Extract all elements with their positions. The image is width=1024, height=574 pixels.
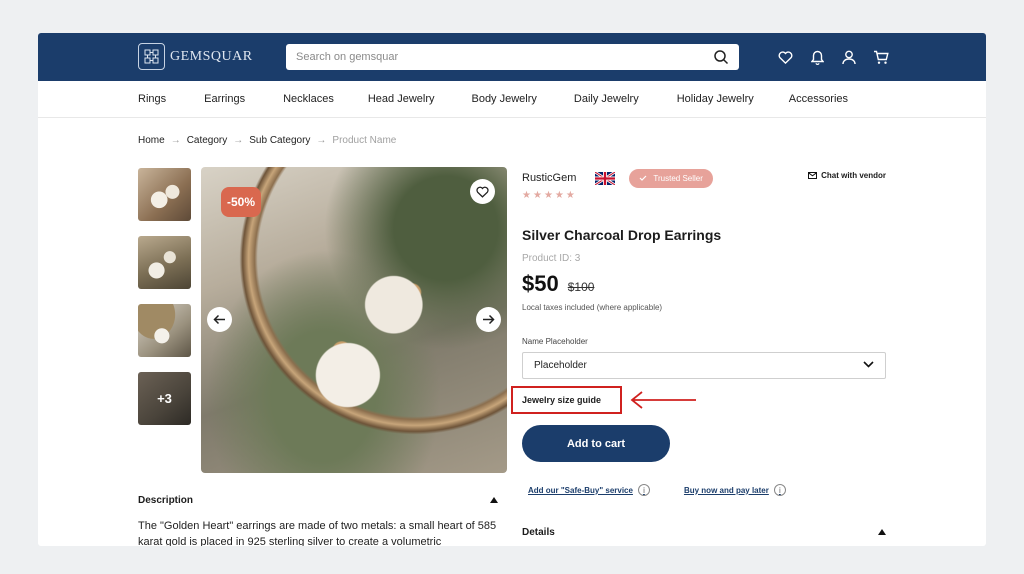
chat-with-vendor-button[interactable]: Chat with vendor: [808, 171, 886, 180]
main-product-image: -50%: [201, 167, 507, 473]
category-necklaces[interactable]: Necklaces: [283, 93, 334, 105]
details-heading: Details: [522, 527, 555, 538]
heart-icon[interactable]: [776, 49, 794, 65]
star-icon: ★: [522, 190, 531, 201]
description-heading: Description: [138, 495, 194, 506]
favorite-heart-icon[interactable]: [470, 179, 495, 204]
page-frame: GEMSQUAR Rings Earrings Necklaces Head J…: [38, 33, 986, 546]
product-title: Silver Charcoal Drop Earrings: [522, 227, 722, 243]
search-icon[interactable]: [713, 49, 729, 65]
star-icon: ★: [532, 190, 542, 201]
add-to-cart-button[interactable]: Add to cart: [522, 425, 670, 462]
collapse-triangle-icon[interactable]: [490, 495, 498, 506]
cart-icon[interactable]: [872, 49, 890, 65]
chat-label: Chat with vendor: [821, 171, 886, 180]
category-body-jewelry[interactable]: Body Jewelry: [471, 93, 536, 105]
breadcrumb-arrow-icon: →: [316, 135, 327, 146]
logo[interactable]: GEMSQUAR: [138, 43, 253, 70]
top-bar: GEMSQUAR: [38, 33, 986, 81]
size-guide-label: Jewelry size guide: [522, 395, 602, 405]
pay-later-link[interactable]: Buy now and pay later i: [684, 484, 786, 496]
option-select[interactable]: Placeholder: [522, 352, 886, 379]
thumbnail-image[interactable]: [138, 236, 191, 289]
search-input[interactable]: [296, 51, 713, 63]
user-icon[interactable]: [840, 49, 858, 65]
thumbnail-list: +3: [138, 168, 191, 425]
description-text: The "Golden Heart" earrings are made of …: [138, 520, 497, 546]
current-price: $50: [522, 271, 559, 296]
seller-row: RusticGem Trusted Seller Chat with vendo…: [522, 167, 886, 189]
select-label: Name Placeholder: [522, 337, 588, 346]
breadcrumb-arrow-icon: →: [233, 135, 244, 146]
breadcrumb-category[interactable]: Category: [187, 135, 228, 146]
collapse-triangle-icon[interactable]: [878, 527, 886, 538]
breadcrumb-current: Product Name: [332, 135, 397, 146]
breadcrumb-home[interactable]: Home: [138, 135, 165, 146]
star-icon: ★: [543, 190, 553, 201]
size-guide-link[interactable]: Jewelry size guide: [511, 386, 622, 414]
info-icon[interactable]: i: [637, 484, 650, 496]
thumbnail-more[interactable]: +3: [138, 372, 191, 425]
product-id: Product ID: 3: [522, 253, 581, 264]
breadcrumb: Home → Category → Sub Category → Product…: [138, 135, 396, 146]
category-accessories[interactable]: Accessories: [789, 93, 848, 105]
category-holiday-jewelry[interactable]: Holiday Jewelry: [677, 93, 754, 105]
details-header[interactable]: Details: [522, 527, 886, 538]
seller-rating: ★ ★ ★ ★ ★: [522, 190, 886, 201]
pay-later-label: Buy now and pay later: [683, 485, 769, 495]
uk-flag-icon: [594, 170, 617, 186]
annotation-arrow-icon: [630, 391, 696, 409]
info-icon[interactable]: i: [773, 484, 786, 496]
category-head-jewelry[interactable]: Head Jewelry: [368, 93, 435, 105]
bell-icon[interactable]: [808, 49, 826, 65]
header-icons: [776, 49, 890, 65]
services-row: Add our "Safe-Buy" service i Buy now and…: [528, 484, 786, 496]
star-icon: ★: [565, 190, 575, 201]
next-arrow-icon[interactable]: [476, 307, 501, 332]
category-nav: Rings Earrings Necklaces Head Jewelry Bo…: [38, 81, 986, 118]
breadcrumb-subcategory[interactable]: Sub Category: [249, 135, 310, 146]
product-info: RusticGem Trusted Seller Chat with vendo…: [522, 167, 886, 379]
breadcrumb-arrow-icon: →: [170, 135, 181, 146]
check-icon: [639, 175, 647, 181]
safe-buy-label: Add our "Safe-Buy" service: [528, 485, 633, 495]
thumbnail-image[interactable]: [138, 304, 191, 357]
old-price: $100: [567, 280, 595, 294]
trusted-seller-label: Trusted Seller: [653, 173, 703, 183]
star-icon: ★: [554, 190, 564, 201]
category-earrings[interactable]: Earrings: [204, 93, 245, 105]
discount-badge: -50%: [221, 187, 262, 217]
category-rings[interactable]: Rings: [138, 93, 166, 105]
logo-text: GEMSQUAR: [170, 48, 253, 64]
trusted-seller-badge: Trusted Seller: [629, 168, 713, 188]
seller-name[interactable]: RusticGem: [522, 172, 576, 184]
select-value: Placeholder: [534, 360, 587, 371]
taxes-note: Local taxes included (where applicable): [522, 303, 663, 312]
chevron-down-icon: [863, 360, 874, 371]
category-daily-jewelry[interactable]: Daily Jewelry: [574, 93, 639, 105]
logo-icon: [138, 43, 165, 70]
previous-arrow-icon[interactable]: [207, 307, 232, 332]
description-header[interactable]: Description: [138, 495, 498, 506]
envelope-icon: [808, 172, 818, 179]
search-bar: [286, 44, 739, 70]
safe-buy-link[interactable]: Add our "Safe-Buy" service i: [528, 484, 650, 496]
price-row: $50 $100: [522, 271, 886, 297]
thumbnail-image[interactable]: [138, 168, 191, 221]
